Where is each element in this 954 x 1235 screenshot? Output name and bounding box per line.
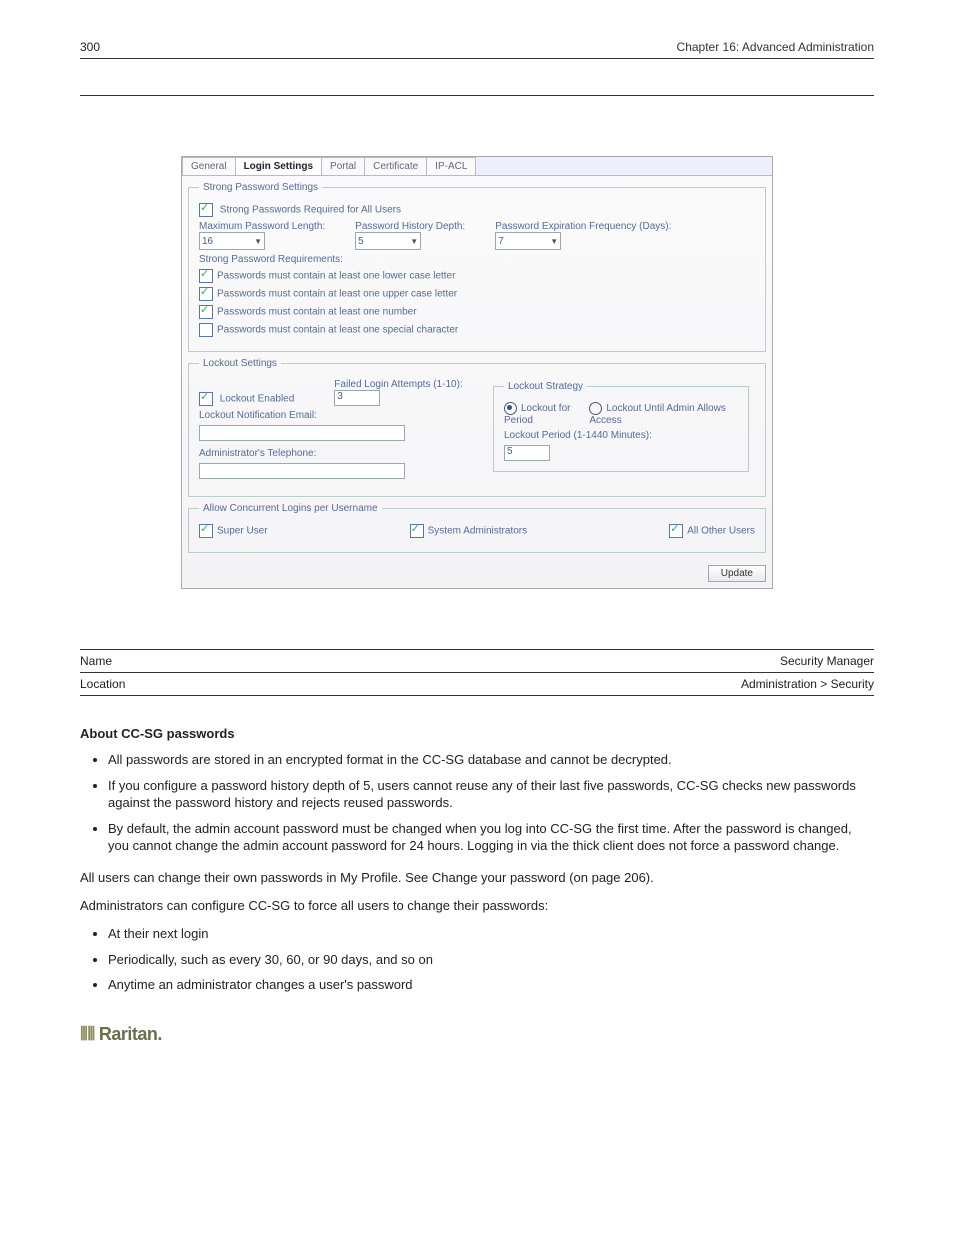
- strong-password-legend: Strong Password Settings: [199, 182, 322, 193]
- list-item: Anytime an administrator changes a user'…: [108, 976, 874, 994]
- header-rule-2: [80, 95, 874, 96]
- logo-icon: ⦀⦀: [80, 1024, 95, 1045]
- tab-certificate[interactable]: Certificate: [364, 157, 427, 175]
- tab-portal[interactable]: Portal: [321, 157, 365, 175]
- exp-freq-select[interactable]: 7▼: [495, 232, 561, 250]
- other-users-label: All Other Users: [687, 526, 755, 537]
- info-callout: Name Security Manager Location Administr…: [80, 649, 874, 696]
- req-number-checkbox[interactable]: [199, 305, 213, 319]
- footer: ⦀⦀ Raritan.: [80, 1024, 874, 1045]
- note-name-val: Security Manager: [780, 654, 874, 668]
- list-item: By default, the admin account password m…: [108, 820, 874, 855]
- list-item: If you configure a password history dept…: [108, 777, 874, 812]
- lockout-strategy-fieldset: Lockout Strategy Lockout for Period Lock…: [493, 381, 749, 472]
- lockout-email-label: Lockout Notification Email:: [199, 410, 467, 421]
- lockout-strategy-legend: Lockout Strategy: [504, 381, 587, 392]
- admin-phone-input[interactable]: [199, 463, 405, 479]
- req-upper-checkbox[interactable]: [199, 287, 213, 301]
- chevron-down-icon: ▼: [550, 237, 558, 246]
- concurrent-logins-legend: Allow Concurrent Logins per Username: [199, 503, 382, 514]
- other-users-checkbox[interactable]: [669, 524, 683, 538]
- failed-attempts-input[interactable]: 3: [334, 390, 380, 406]
- req-special-checkbox[interactable]: [199, 323, 213, 337]
- req-special-label: Passwords must contain at least one spec…: [217, 325, 458, 336]
- password-bullets-1: All passwords are stored in an encrypted…: [80, 751, 874, 855]
- list-item: At their next login: [108, 925, 874, 943]
- hist-depth-select[interactable]: 5▼: [355, 232, 421, 250]
- req-number-label: Passwords must contain at least one numb…: [217, 307, 417, 318]
- lockout-email-input[interactable]: [199, 425, 405, 441]
- update-button[interactable]: Update: [708, 565, 766, 582]
- tab-general[interactable]: General: [182, 157, 236, 175]
- lockout-period-label: Lockout Period (1-1440 Minutes):: [504, 430, 738, 441]
- strong-pwd-required-checkbox[interactable]: [199, 203, 213, 217]
- req-lower-label: Passwords must contain at least one lowe…: [217, 271, 455, 282]
- sysadmin-checkbox[interactable]: [410, 524, 424, 538]
- tab-login-settings[interactable]: Login Settings: [235, 157, 322, 175]
- lockout-fieldset: Lockout Settings Lockout Enabled Failed …: [188, 358, 766, 497]
- lockout-period-input[interactable]: 5: [504, 445, 550, 461]
- settings-tabs: General Login Settings Portal Certificat…: [182, 157, 772, 176]
- raritan-logo: ⦀⦀ Raritan.: [80, 1024, 162, 1045]
- chapter-title: Chapter 16: Advanced Administration: [677, 40, 874, 54]
- note-name-key: Name: [80, 654, 112, 668]
- tab-ip-acl[interactable]: IP-ACL: [426, 157, 476, 175]
- super-user-checkbox[interactable]: [199, 524, 213, 538]
- password-bullets-2: At their next login Periodically, such a…: [80, 925, 874, 994]
- strong-password-fieldset: Strong Password Settings Strong Password…: [188, 182, 766, 352]
- sysadmin-label: System Administrators: [428, 526, 527, 537]
- concurrent-logins-fieldset: Allow Concurrent Logins per Username Sup…: [188, 503, 766, 553]
- lockout-until-admin-label: Lockout Until Admin Allows Access: [589, 403, 726, 426]
- req-upper-label: Passwords must contain at least one uppe…: [217, 289, 457, 300]
- admin-phone-label: Administrator's Telephone:: [199, 448, 467, 459]
- exp-freq-label: Password Expiration Frequency (Days):: [495, 221, 671, 232]
- lockout-until-admin-radio[interactable]: [589, 402, 602, 415]
- max-len-value: 16: [202, 236, 213, 247]
- lockout-for-period-radio[interactable]: [504, 402, 517, 415]
- note-loc-val: Administration > Security: [741, 677, 874, 691]
- super-user-label: Super User: [217, 526, 268, 537]
- chevron-down-icon: ▼: [254, 237, 262, 246]
- lockout-enabled-label: Lockout Enabled: [220, 394, 295, 405]
- hist-depth-value: 5: [358, 236, 364, 247]
- chevron-down-icon: ▼: [410, 237, 418, 246]
- change-password-para: All users can change their own passwords…: [80, 869, 874, 887]
- header-rule: [80, 58, 874, 59]
- failed-attempts-label: Failed Login Attempts (1-10):: [334, 379, 462, 390]
- page-number: 300: [80, 40, 100, 54]
- lockout-legend: Lockout Settings: [199, 358, 281, 369]
- strong-pwd-req-label: Strong Password Requirements:: [199, 254, 755, 265]
- exp-freq-value: 7: [498, 236, 504, 247]
- login-settings-screenshot: General Login Settings Portal Certificat…: [181, 156, 773, 589]
- force-change-intro: Administrators can configure CC-SG to fo…: [80, 897, 874, 915]
- logo-text: Raritan.: [99, 1024, 162, 1045]
- max-len-label: Maximum Password Length:: [199, 221, 325, 232]
- list-item: Periodically, such as every 30, 60, or 9…: [108, 951, 874, 969]
- about-passwords-title: About CC-SG passwords: [80, 726, 874, 741]
- strong-pwd-required-label: Strong Passwords Required for All Users: [220, 205, 401, 216]
- note-loc-key: Location: [80, 677, 125, 691]
- lockout-enabled-checkbox[interactable]: [199, 392, 213, 406]
- list-item: All passwords are stored in an encrypted…: [108, 751, 874, 769]
- hist-depth-label: Password History Depth:: [355, 221, 465, 232]
- req-lower-checkbox[interactable]: [199, 269, 213, 283]
- max-len-select[interactable]: 16 ▼: [199, 232, 265, 250]
